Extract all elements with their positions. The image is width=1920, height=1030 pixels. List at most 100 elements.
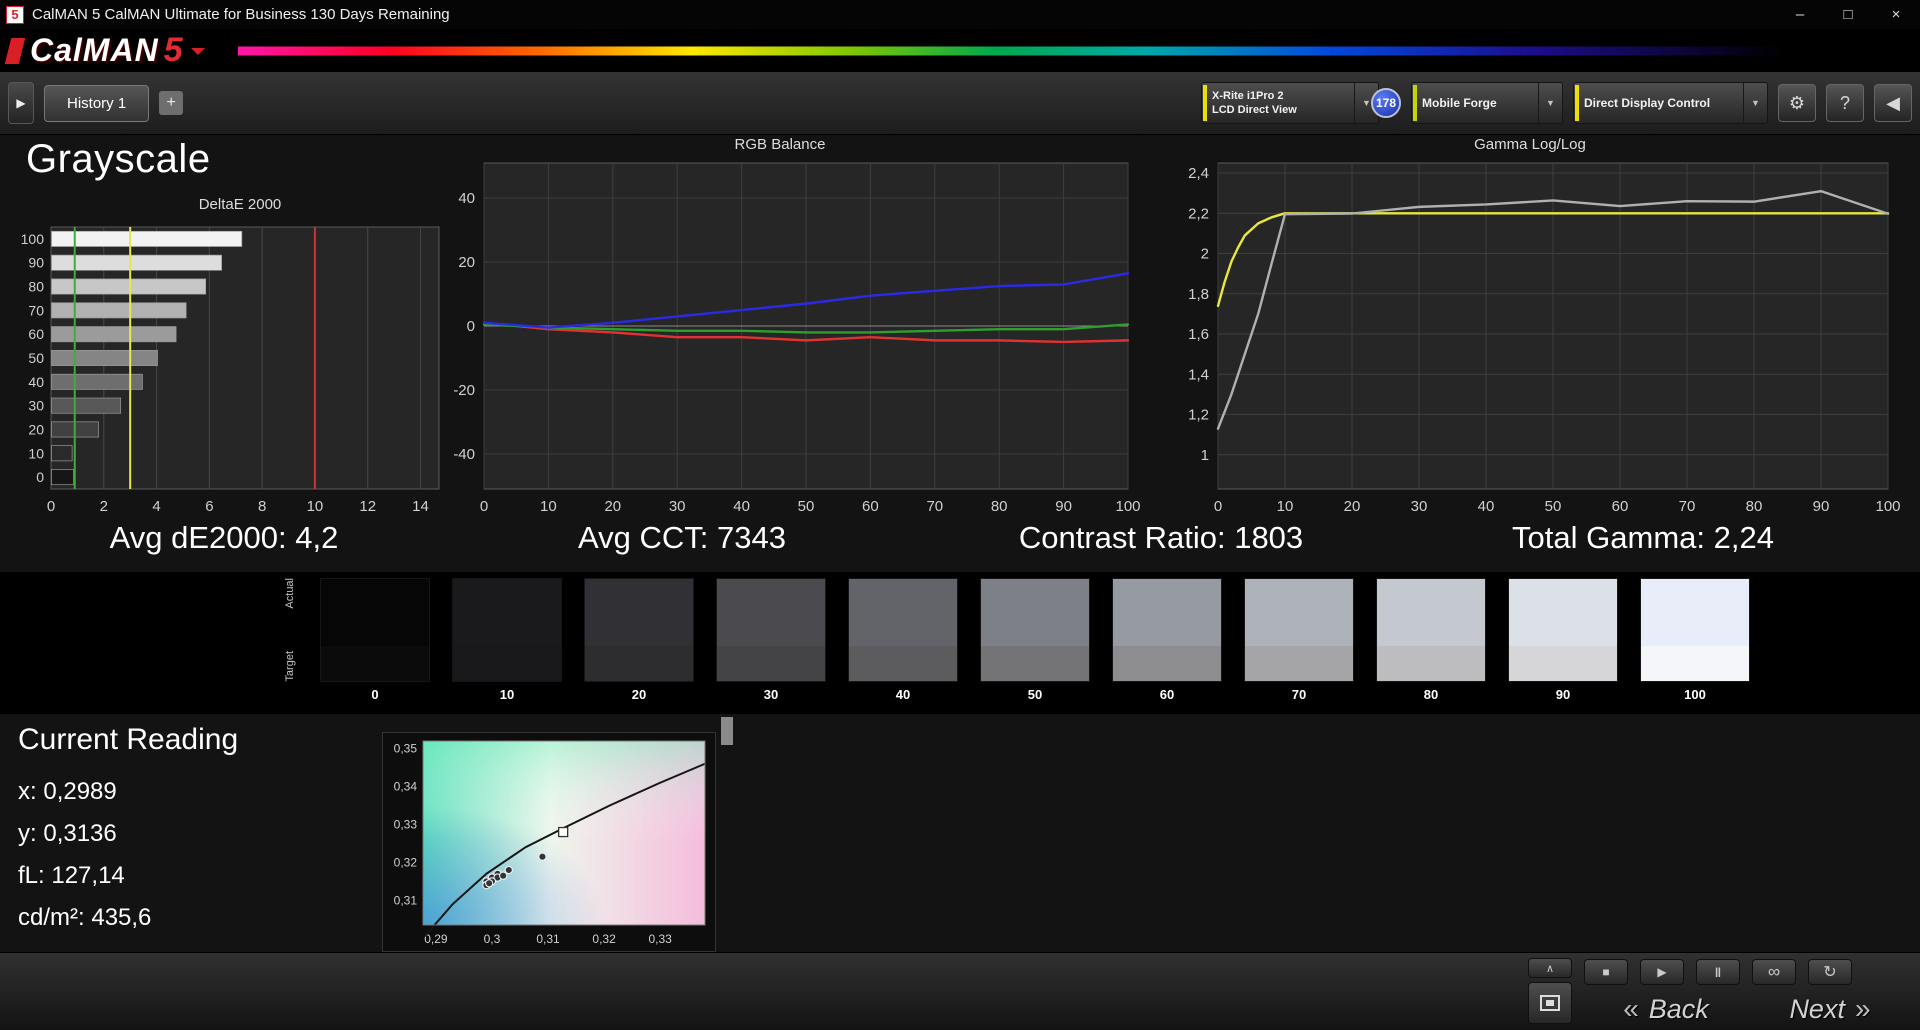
svg-text:70: 70 (28, 302, 44, 318)
tab-history-1[interactable]: History 1 (44, 84, 150, 122)
pattern-window-icon (1540, 995, 1560, 1011)
meter-dropdown[interactable]: X-Rite i1Pro 2 LCD Direct View ▼ (1201, 82, 1379, 124)
reading-x: x: 0,2989 (18, 778, 117, 805)
logo-menu-triangle-icon[interactable] (190, 47, 205, 62)
svg-text:12: 12 (359, 498, 376, 515)
svg-text:80: 80 (1746, 498, 1763, 515)
gamma-chart-title: Gamma Log/Log (1474, 136, 1586, 153)
svg-text:40: 40 (28, 374, 44, 390)
bottom-toolbar: ∧ ■ ▶ ‖ ∞ ↻ « Back Next » (0, 952, 1920, 1030)
expand-toolbar-icon[interactable]: ∧ (1528, 958, 1572, 978)
collapse-panel-icon[interactable]: ◀ (1874, 84, 1912, 122)
stat-avg-cct: Avg CCT: 7343 (578, 520, 786, 555)
actual-color (1641, 579, 1749, 647)
target-color (1641, 646, 1749, 681)
window-controls: – □ × (1776, 0, 1920, 29)
svg-text:0,33: 0,33 (394, 817, 418, 831)
add-tab-button[interactable]: + (159, 91, 184, 115)
next-button[interactable]: Next » (1762, 991, 1898, 1027)
next-chevron-icon: » (1854, 993, 1871, 1024)
svg-text:2,2: 2,2 (1188, 205, 1209, 222)
cie-chart-plot: 0,29 0,3 0,31 0,32 0,330,310,320,330,340,35 (394, 740, 706, 946)
de-bar-40 (51, 373, 143, 390)
svg-text:2: 2 (1201, 246, 1209, 263)
svg-text:100: 100 (1115, 498, 1140, 515)
stat-contrast-ratio: Contrast Ratio: 1803 (1018, 520, 1304, 555)
de-bar-30 (51, 397, 121, 414)
gray-swatch-label: 100 (1684, 687, 1706, 702)
pause-icon[interactable]: ‖ (1696, 959, 1740, 985)
svg-text:90: 90 (1813, 498, 1830, 515)
svg-text:10: 10 (540, 498, 557, 515)
gray-swatch-label: 60 (1159, 687, 1175, 702)
actual-color (321, 579, 429, 647)
svg-text:20: 20 (28, 421, 44, 437)
back-button[interactable]: « Back (1578, 991, 1754, 1027)
pattern-window-button[interactable] (1528, 982, 1572, 1024)
workspace: Grayscale DeltaE 2000 0 2 4 6 8 10 12 14 100 90 80… (0, 135, 1920, 952)
source-dropdown[interactable]: Mobile Forge ▼ (1411, 82, 1563, 124)
actual-color (981, 579, 1089, 647)
gear-icon[interactable]: ⚙ (1778, 84, 1816, 122)
gray-swatch-label: 90 (1555, 687, 1571, 702)
svg-text:1: 1 (1201, 447, 1209, 464)
read-count-badge[interactable]: 178 (1371, 88, 1401, 118)
gray-swatch-80: 80 (1376, 578, 1486, 702)
svg-text:0: 0 (47, 498, 55, 515)
logo-brand-text: CalMAN (30, 32, 159, 68)
close-icon[interactable]: × (1872, 0, 1920, 29)
svg-text:30: 30 (669, 498, 686, 515)
calman-logo: CalMAN 5 (0, 31, 219, 70)
display-control-dropdown[interactable]: Direct Display Control ▼ (1573, 82, 1768, 124)
svg-text:10: 10 (307, 498, 324, 515)
svg-text:1,8: 1,8 (1188, 286, 1209, 303)
actual-axis-label: Actual (284, 578, 296, 609)
svg-text:50: 50 (28, 350, 44, 366)
svg-text:90: 90 (1055, 498, 1072, 515)
svg-text:0,31: 0,31 (394, 893, 418, 907)
svg-text:40: 40 (733, 498, 750, 515)
svg-text:0: 0 (36, 469, 44, 485)
de-bar-70 (51, 302, 187, 319)
display-status-stripe (1575, 85, 1579, 121)
stop-icon[interactable]: ■ (1584, 959, 1628, 985)
refresh-icon[interactable]: ↻ (1808, 959, 1852, 985)
table-scrollbar-thumb[interactable] (721, 717, 733, 745)
target-color (453, 646, 561, 681)
titlebar: 5 CalMAN 5 CalMAN Ultimate for Business … (0, 0, 1920, 29)
gray-swatch-50: 50 (980, 578, 1090, 702)
de-bar-100 (51, 230, 243, 247)
tab-scroll-icon[interactable]: ▶ (8, 82, 34, 124)
svg-text:-20: -20 (453, 382, 475, 399)
svg-text:90: 90 (28, 255, 44, 271)
de-bar-50 (51, 350, 158, 366)
svg-text:30: 30 (28, 398, 44, 414)
help-icon[interactable]: ? (1826, 84, 1864, 122)
measured-point (499, 871, 508, 880)
svg-text:20: 20 (458, 254, 475, 271)
svg-text:50: 50 (798, 498, 815, 515)
maximize-icon[interactable]: □ (1824, 0, 1872, 29)
svg-text:1,6: 1,6 (1188, 326, 1209, 343)
target-color (717, 646, 825, 681)
play-icon[interactable]: ▶ (1640, 959, 1684, 985)
svg-text:0,35: 0,35 (394, 742, 418, 756)
de-bar-0 (51, 469, 74, 486)
back-chevron-icon: « (1623, 993, 1639, 1024)
gray-swatch-100: 100 (1640, 578, 1750, 702)
de-bar-90 (51, 254, 222, 271)
gray-swatch-70: 70 (1244, 578, 1354, 702)
reading-fl: fL: 127,14 (18, 862, 125, 889)
gray-swatch-label: 0 (371, 687, 379, 702)
svg-text:10: 10 (28, 445, 44, 461)
svg-text:40: 40 (1478, 498, 1495, 515)
reading-y: y: 0,3136 (18, 820, 117, 847)
rgb-balance-chart-plot: 0 10 20 30 40 50 60 70 80 90 100 -40 -20 0 20 40 (453, 162, 1140, 515)
logo-bar: CalMAN 5 (0, 29, 1920, 72)
meter-labels: X-Rite i1Pro 2 LCD Direct View (1212, 89, 1297, 117)
stat-total-gamma: Total Gamma: 2,24 (1512, 520, 1774, 555)
minimize-icon[interactable]: – (1776, 0, 1824, 29)
continuous-measure-icon[interactable]: ∞ (1752, 959, 1796, 985)
svg-text:4: 4 (152, 498, 160, 515)
gamma-chart: Gamma Log/Log 0 10 20 30 40 50 60 70 80 90 100 1 1,2… (1160, 135, 1900, 523)
